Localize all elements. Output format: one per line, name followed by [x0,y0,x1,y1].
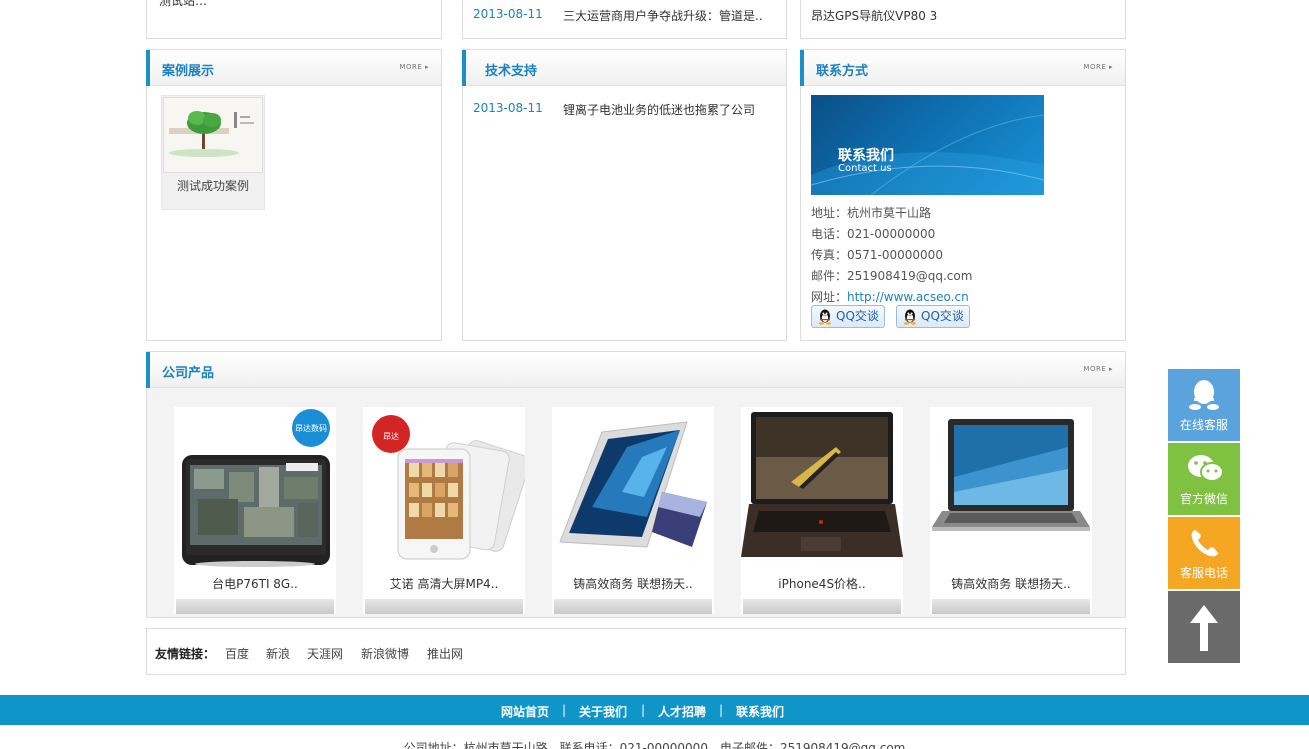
friend-link[interactable]: 天涯网 [307,645,343,662]
news-box-right-partial: 昂达GPS导航仪VP80 3 [800,0,1126,39]
footer-link-jobs[interactable]: 人才招聘 [658,703,706,720]
card-shadow [365,599,523,614]
more-link[interactable]: MORE ▸ [399,63,429,71]
products-header: 公司产品 MORE ▸ [146,352,1125,388]
tech-header: 技术支持 [462,50,786,86]
news-box-left-partial: 测试站… [146,0,442,39]
product-image[interactable] [741,407,903,567]
products-title: 公司产品 [162,366,215,381]
more-link[interactable]: MORE ▸ [1083,63,1113,71]
accent-bar [146,352,150,388]
friend-link[interactable]: 推出网 [427,645,463,662]
online-service-button[interactable]: 在线客服 [1168,369,1240,441]
tech-support-box: 技术支持 2013-08-11 锂离子电池业务的低迷也拖累了公司 [462,49,787,341]
products-box: 公司产品 MORE ▸ 昂达数码 台电P76TI 8G.. 昂达 艾诺 高清大屏… [146,351,1126,618]
website-label: 网址： [811,290,848,304]
contact-box: 联系方式 MORE ▸ 联系我们 Contact us 地址：杭州市莫干山路 电… [800,49,1126,341]
cases-header: 案例展示 MORE ▸ [146,50,441,86]
wechat-label: 官方微信 [1179,492,1228,506]
qq-button-label: QQ交谈 [836,309,879,323]
product-label[interactable]: 铸高效商务 联想扬天.. [552,575,714,592]
wechat-button[interactable]: 官方微信 [1168,443,1240,515]
news-title[interactable]: 锂离子电池业务的低迷也拖累了公司 [563,101,755,118]
card-shadow [743,599,901,614]
product-label[interactable]: 铸高效商务 联想扬天.. [930,575,1092,592]
contact-banner: 联系我们 Contact us [811,95,1044,195]
product-image[interactable] [552,407,714,567]
news-title[interactable]: 测试站… [159,0,207,9]
qq-penguin-icon [904,309,916,325]
product-label[interactable]: 台电P76TI 8G.. [174,575,336,592]
contact-fax: 传真：0571-00000000 [811,248,943,262]
product-item[interactable]: 昂达数码 台电P76TI 8G.. [174,407,336,614]
case-thumbnail[interactable] [163,97,263,173]
qq-penguin-icon [819,309,831,325]
phone-button[interactable]: 客服电话 [1168,517,1240,589]
brand-badge: 昂达数码 [295,424,327,433]
case-item[interactable]: 测试成功案例 [161,95,265,210]
footer-info: 公司地址：杭州市莫干山路 联系电话：021-00000000 电子邮件：2519… [403,741,906,749]
contact-website: 网址：http://www.acseo.cn [811,288,969,305]
product-item[interactable]: 昂达 艾诺 高清大屏MP4.. [363,407,525,614]
back-to-top-button[interactable] [1168,591,1240,663]
card-shadow [176,599,334,614]
more-link[interactable]: MORE ▸ [1083,365,1113,373]
product-label[interactable]: 艾诺 高清大屏MP4.. [363,575,525,592]
news-date: 2013-08-11 [473,101,543,115]
footer-separator: | [719,703,724,717]
contact-header: 联系方式 MORE ▸ [800,50,1125,86]
product-item[interactable]: iPhone4S价格.. [741,407,903,614]
product-image[interactable] [930,407,1092,567]
tech-title: 技术支持 [485,64,538,79]
phone-label: 客服电话 [1179,566,1228,580]
card-shadow [554,599,712,614]
arrow-up-icon [1190,605,1218,651]
footer-separator: | [562,703,567,717]
case-label[interactable]: 测试成功案例 [162,177,264,194]
brand-badge: 昂达 [383,432,399,441]
contact-phone: 电话：021-00000000 [811,227,936,241]
card-shadow [932,599,1090,614]
friend-link[interactable]: 新浪微博 [361,645,409,662]
website-link[interactable]: http://www.acseo.cn [847,290,969,304]
footer-link-contact[interactable]: 联系我们 [736,703,784,720]
product-item[interactable]: 铸高效商务 联想扬天.. [552,407,714,614]
footer-nav: 网站首页 | 关于我们 | 人才招聘 | 联系我们 [0,695,1309,725]
accent-bar [800,50,804,86]
wechat-icon [1188,455,1224,482]
product-item[interactable]: 铸高效商务 联想扬天.. [930,407,1092,614]
footer-separator: | [641,703,646,717]
cases-title: 案例展示 [162,64,215,79]
product-image[interactable]: 昂达 [363,407,525,567]
qq-chat-button[interactable]: QQ交谈 [811,305,885,328]
product-image[interactable]: 昂达数码 [174,407,336,567]
banner-title: 联系我们 [838,148,894,164]
qq-button-label: QQ交谈 [921,309,964,323]
news-box-middle-partial: 2013-08-11 三大运营商用户争夺战升级：管道是.. [462,0,787,39]
friend-link[interactable]: 新浪 [266,645,290,662]
qq-penguin-icon [1189,380,1219,410]
phone-icon [1191,530,1218,557]
friend-link[interactable]: 百度 [225,645,249,662]
contact-address: 地址：杭州市莫干山路 [811,206,932,220]
accent-bar [146,50,150,86]
product-label[interactable]: iPhone4S价格.. [741,575,903,592]
product-news-title[interactable]: 昂达GPS导航仪VP80 3 [811,7,937,24]
contact-title: 联系方式 [816,64,869,79]
footer-link-about[interactable]: 关于我们 [579,703,627,720]
qq-chat-button[interactable]: QQ交谈 [896,305,970,328]
news-date: 2013-08-11 [473,7,543,21]
cases-box: 案例展示 MORE ▸ 测试成功案例 [146,49,442,341]
friend-links-box: 友情链接： 百度 新浪 天涯网 新浪微博 推出网 [146,628,1126,675]
footer-link-home[interactable]: 网站首页 [501,703,549,720]
news-title[interactable]: 三大运营商用户争夺战升级：管道是.. [563,7,763,24]
banner-subtitle: Contact us [838,163,892,174]
accent-bar [462,50,466,86]
online-service-label: 在线客服 [1179,418,1228,432]
friend-links-label: 友情链接： [155,647,216,661]
contact-email: 邮件：251908419@qq.com [811,269,973,283]
